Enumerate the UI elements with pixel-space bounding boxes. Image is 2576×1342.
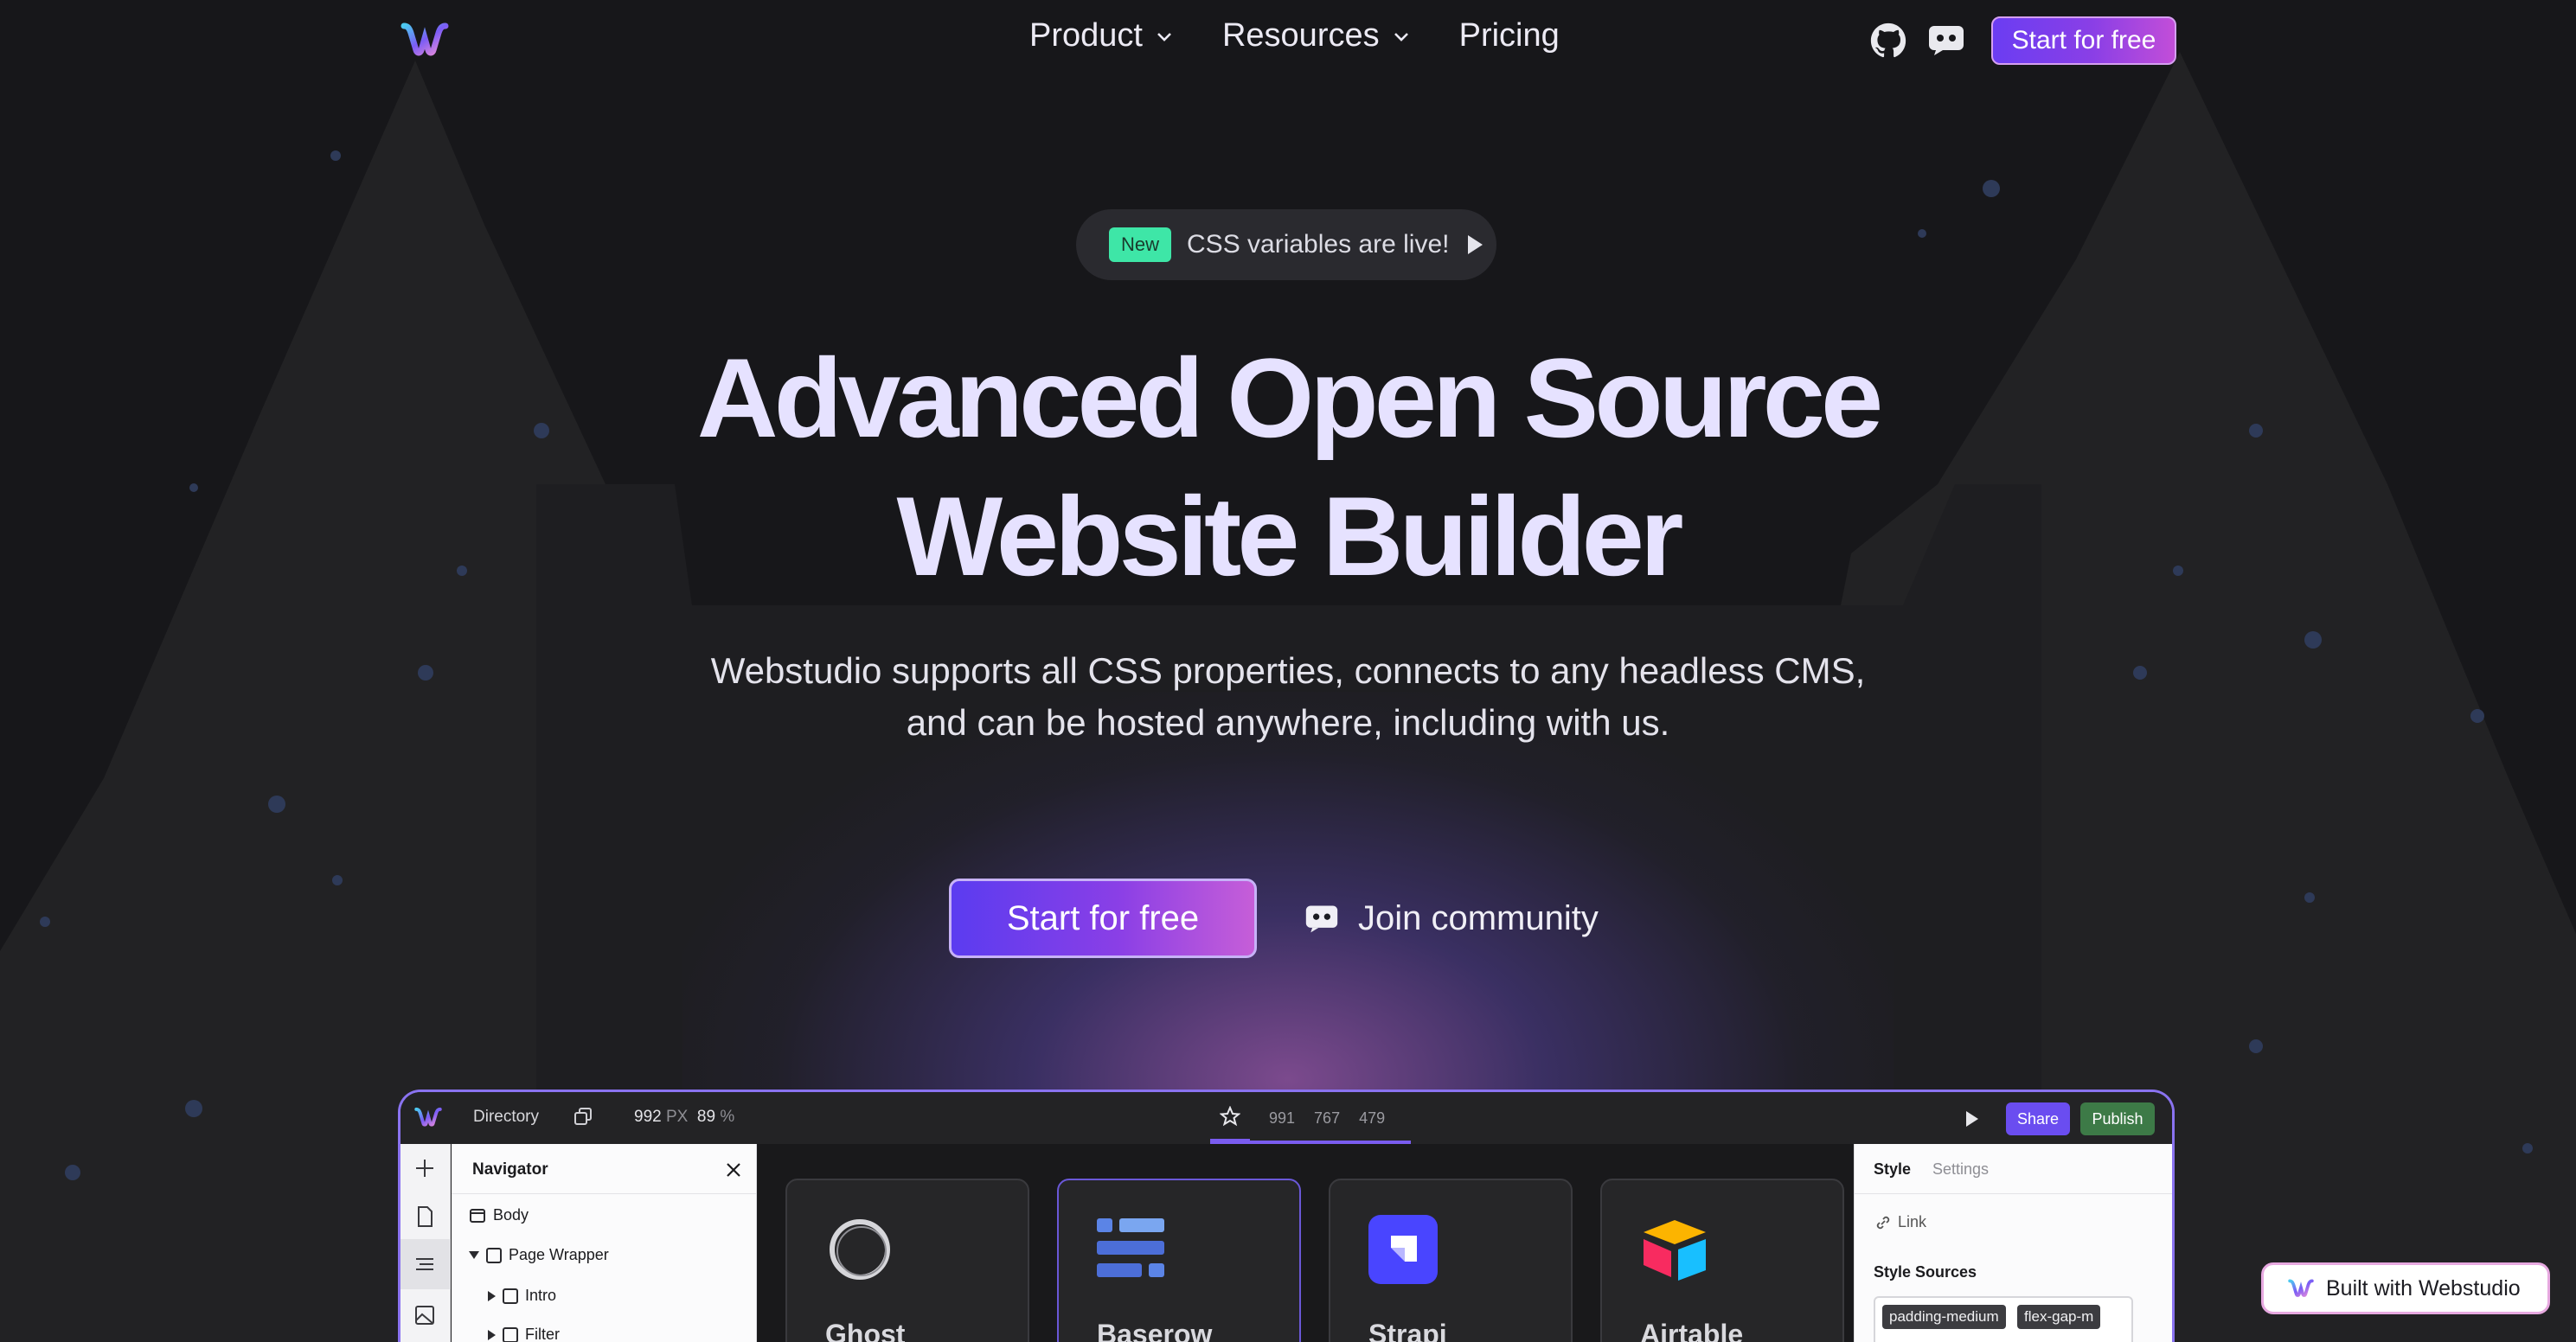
start-for-free-button[interactable]: Start for free <box>1991 16 2176 65</box>
expand-icon[interactable] <box>469 1251 479 1259</box>
baserow-icon <box>1097 1218 1164 1277</box>
style-sources-input[interactable]: padding-medium flex-gap-m <box>1874 1296 2133 1342</box>
preview-play-icon[interactable] <box>1966 1111 1978 1127</box>
new-badge: New <box>1109 227 1172 262</box>
breakpoint-item[interactable]: 767 <box>1314 1109 1340 1128</box>
add-icon[interactable] <box>413 1156 437 1180</box>
airtable-icon <box>1644 1220 1706 1281</box>
hero-start-for-free-button[interactable]: Start for free <box>949 879 1257 958</box>
strapi-icon <box>1368 1215 1438 1284</box>
card-title: Strapi <box>1368 1319 1447 1342</box>
hero-subtitle-line1: Webstudio supports all CSS properties, c… <box>710 650 1866 691</box>
width-unit: PX <box>665 1108 689 1126</box>
link-icon <box>1876 1216 1890 1229</box>
announcement-pill[interactable]: New CSS variables are live! <box>1076 209 1496 280</box>
builder-preview: Directory 992 PX 89 % 991 767 479 Share … <box>398 1090 2175 1342</box>
breakpoints: 991 767 479 <box>1210 1092 1411 1144</box>
link-indicator[interactable]: Link <box>1875 1213 1926 1231</box>
hero-title-line1: Advanced Open Source <box>696 335 1884 461</box>
base-breakpoint[interactable] <box>1210 1094 1250 1142</box>
tree-item-intro[interactable]: Intro <box>488 1287 556 1305</box>
card-title: Baserow <box>1097 1319 1213 1342</box>
style-panel: Style Settings Link Style Sources paddin… <box>1854 1144 2172 1342</box>
tree-item-label: Page Wrapper <box>509 1246 609 1263</box>
tree-item-body[interactable]: Body <box>469 1206 529 1224</box>
cms-card-airtable[interactable]: Airtable <box>1600 1179 1844 1342</box>
tree-item-label: Body <box>493 1206 529 1224</box>
site-header: Product Resources Pricing Start for free <box>0 0 2576 83</box>
chevron-down-icon <box>1394 32 1408 42</box>
navigator-panel: Navigator Body Page Wrapper Intro Filter <box>452 1144 757 1342</box>
body-icon <box>470 1208 485 1223</box>
zoom-unit: % <box>720 1108 735 1126</box>
box-icon <box>503 1288 518 1304</box>
discord-icon[interactable] <box>1927 24 1965 55</box>
cms-card-baserow[interactable]: Baserow <box>1057 1179 1301 1342</box>
collapse-icon[interactable] <box>488 1290 496 1301</box>
built-with-label: Built with Webstudio <box>2326 1275 2521 1300</box>
publish-button[interactable]: Publish <box>2080 1102 2155 1135</box>
hero-subtitle-line2: and can be hosted anywhere, including wi… <box>906 702 1670 743</box>
copy-icon[interactable] <box>574 1107 593 1126</box>
nav-item-pricing[interactable]: Pricing <box>1459 17 1560 54</box>
zoom-value: 89 <box>696 1108 716 1126</box>
webstudio-logo-icon <box>2288 1279 2314 1297</box>
canvas-size-readout[interactable]: 992 PX 89 % <box>634 1108 734 1127</box>
link-label: Link <box>1898 1213 1927 1230</box>
hero-title-line2: Website Builder <box>896 473 1683 599</box>
github-icon[interactable] <box>1870 22 1906 59</box>
navigator-title: Navigator <box>472 1160 548 1179</box>
tree-item-filter[interactable]: Filter <box>488 1326 560 1342</box>
webstudio-logo-icon[interactable] <box>414 1106 442 1128</box>
style-source-chip[interactable]: padding-medium <box>1882 1305 2006 1329</box>
join-community-link[interactable]: Join community <box>1304 891 1599 946</box>
cms-card-ghost[interactable]: Ghost <box>785 1179 1029 1342</box>
assets-icon[interactable] <box>413 1303 437 1327</box>
style-source-chip[interactable]: flex-gap-m <box>2017 1305 2101 1329</box>
nav-item-resources[interactable]: Resources <box>1222 17 1411 54</box>
pages-icon[interactable] <box>413 1205 437 1229</box>
webstudio-logo-icon[interactable] <box>400 21 449 59</box>
tree-item-page-wrapper[interactable]: Page Wrapper <box>469 1246 609 1264</box>
builder-topbar: Directory 992 PX 89 % 991 767 479 Share … <box>400 1092 2172 1144</box>
discord-icon <box>1305 905 1338 933</box>
share-button[interactable]: Share <box>2006 1102 2070 1135</box>
nav-item-product[interactable]: Product <box>1029 17 1174 54</box>
built-with-webstudio-badge[interactable]: Built with Webstudio <box>2261 1262 2550 1314</box>
collapse-icon[interactable] <box>488 1329 496 1340</box>
navigator-icon[interactable] <box>413 1252 437 1276</box>
width-value: 992 <box>634 1108 662 1126</box>
card-title: Ghost <box>825 1319 906 1342</box>
announcement-text: CSS variables are live! <box>1187 230 1450 259</box>
nav-item-label: Resources <box>1221 17 1380 54</box>
close-icon[interactable] <box>725 1161 742 1179</box>
box-icon <box>486 1247 502 1263</box>
nav-item-label: Pricing <box>1458 17 1560 54</box>
chevron-down-icon <box>1157 32 1171 42</box>
style-sources-label: Style Sources <box>1874 1263 1977 1281</box>
builder-canvas[interactable]: Ghost Baserow Strapi Airtable <box>758 1144 1852 1342</box>
left-rail <box>400 1144 451 1342</box>
play-icon <box>1468 235 1483 254</box>
nav-item-label: Product <box>1029 17 1143 54</box>
tab-settings[interactable]: Settings <box>1932 1160 1989 1179</box>
join-community-label: Join community <box>1358 898 1599 937</box>
tree-item-label: Filter <box>525 1326 560 1342</box>
star-icon <box>1220 1106 1240 1127</box>
tree-item-label: Intro <box>525 1287 557 1304</box>
ghost-icon <box>830 1219 890 1280</box>
card-title: Airtable <box>1640 1319 1744 1342</box>
breakpoint-item[interactable]: 991 <box>1269 1109 1295 1128</box>
cms-card-strapi[interactable]: Strapi <box>1329 1179 1573 1342</box>
page-name[interactable]: Directory <box>473 1108 539 1127</box>
main-nav: Product Resources Pricing <box>1029 17 1560 54</box>
breakpoint-item[interactable]: 479 <box>1359 1109 1385 1128</box>
box-icon <box>503 1326 518 1342</box>
tab-style[interactable]: Style <box>1874 1160 1911 1179</box>
